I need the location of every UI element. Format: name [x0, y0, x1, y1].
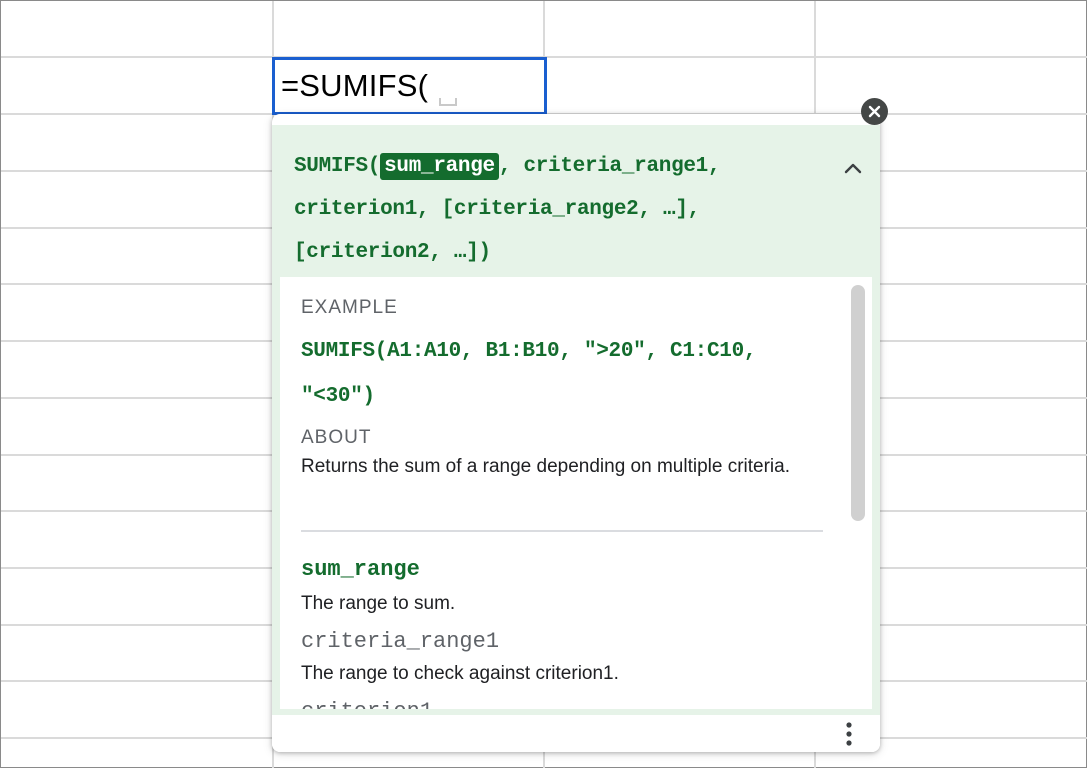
- more-vert-icon: [846, 722, 852, 746]
- popup-frame: [872, 277, 880, 709]
- param-name-criteria-range1: criteria_range1: [301, 629, 500, 654]
- argument-placeholder-icon: [439, 98, 457, 106]
- param-name-sum-range: sum_range: [301, 557, 420, 582]
- more-options-button[interactable]: [835, 719, 863, 749]
- function-signature-header[interactable]: SUMIFS(sum_range, criteria_range1, crite…: [272, 125, 880, 277]
- popup-footer: [272, 715, 880, 752]
- example-code: SUMIFS(A1:A10, B1:B10, ">20", C1:C10, "<…: [301, 329, 821, 419]
- example-line2: "<30"): [301, 385, 375, 408]
- scrollbar-thumb[interactable]: [851, 285, 865, 521]
- active-cell-editor[interactable]: =SUMIFS(: [272, 57, 547, 115]
- example-label: EXAMPLE: [301, 297, 398, 318]
- active-parameter: sum_range: [380, 153, 499, 180]
- chevron-up-icon: [844, 163, 862, 174]
- collapse-button[interactable]: [840, 155, 866, 181]
- formula-help-popup: SUMIFS(sum_range, criteria_range1, crite…: [272, 114, 880, 752]
- popup-frame: [272, 277, 280, 709]
- signature-line3: [criterion2, …]): [294, 241, 491, 264]
- param-desc-criteria-range1: The range to check against criterion1.: [301, 663, 619, 684]
- example-line1: SUMIFS(A1:A10, B1:B10, ">20", C1:C10,: [301, 340, 757, 363]
- signature-prefix: SUMIFS(: [294, 155, 381, 178]
- cell-formula-text[interactable]: =SUMIFS(: [281, 68, 428, 104]
- close-button[interactable]: [861, 98, 888, 125]
- about-text: Returns the sum of a range depending on …: [301, 456, 790, 477]
- section-divider: [301, 530, 823, 532]
- close-icon: [868, 105, 881, 118]
- param-name-criterion1: criterion1: [301, 699, 433, 709]
- function-signature: SUMIFS(sum_range, criteria_range1, crite…: [294, 145, 814, 274]
- signature-line2: criterion1, [criteria_range2, …],: [294, 198, 700, 221]
- signature-line1-rest: , criteria_range1,: [498, 155, 721, 178]
- about-label: ABOUT: [301, 427, 372, 448]
- help-content[interactable]: EXAMPLE SUMIFS(A1:A10, B1:B10, ">20", C1…: [280, 277, 872, 709]
- param-desc-sum-range: The range to sum.: [301, 593, 456, 614]
